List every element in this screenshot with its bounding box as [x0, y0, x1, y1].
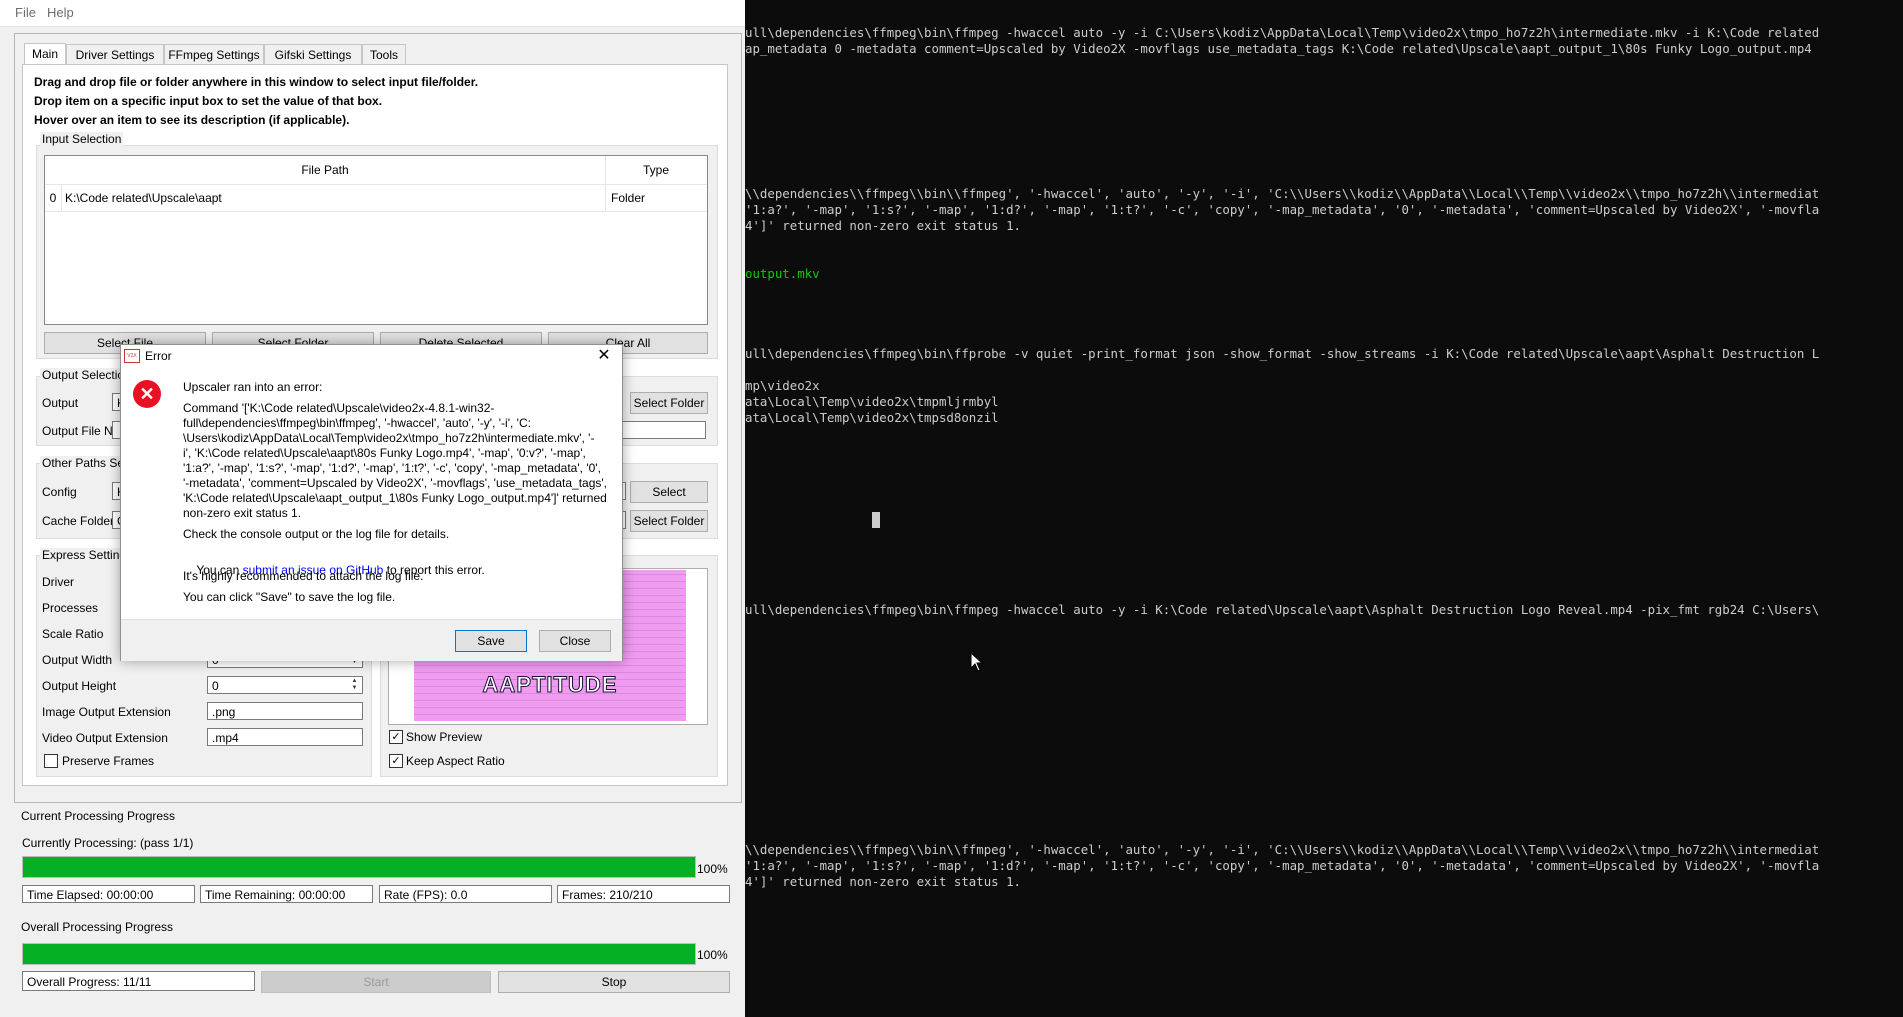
video-output-extension-input[interactable]: .mp4 — [207, 728, 363, 746]
error-heading: Upscaler ran into an error: — [183, 380, 323, 394]
output-width-label: Output Width — [42, 653, 113, 667]
rate-field: Rate (FPS): 0.0 — [379, 885, 552, 903]
input-selection-title: Input Selection — [40, 132, 124, 146]
console-line: ata\Local\Temp\video2x\tmpsd8onzil — [745, 410, 999, 425]
tab-main[interactable]: Main — [24, 43, 66, 66]
dialog-footer: Save Close — [121, 619, 622, 661]
check-console-text: Check the console output or the log file… — [183, 527, 450, 541]
console-line: \\dependencies\\ffmpeg\\bin\\ffmpeg', '-… — [745, 842, 1820, 857]
console-line: ull\dependencies\ffmpeg\bin\ffprobe -v q… — [745, 346, 1820, 361]
console-line: ull\dependencies\ffmpeg\bin\ffmpeg -hwac… — [745, 25, 1820, 40]
cache-select-folder-button[interactable]: Select Folder — [630, 510, 708, 532]
config-label: Config — [42, 485, 77, 499]
scale-ratio-label: Scale Ratio — [42, 627, 104, 641]
currently-processing-label: Currently Processing: (pass 1/1) — [22, 836, 194, 850]
output-selection-title: Output Selection — [40, 368, 133, 382]
dialog-close-icon[interactable]: ✕ — [593, 346, 615, 366]
preserve-frames-label: Preserve Frames — [62, 754, 155, 768]
dialog-title-bar: V2X Error ✕ — [121, 345, 622, 369]
console-line: output.mkv — [745, 266, 820, 281]
console-line: ata\Local\Temp\video2x\tmpmljrmbyl — [745, 394, 999, 409]
hint-drop-item: Drop item on a specific input box to set… — [34, 94, 383, 108]
start-button[interactable]: Start — [261, 971, 491, 993]
close-button[interactable]: Close — [539, 630, 611, 652]
time-elapsed-field: Time Elapsed: 00:00:00 — [22, 885, 195, 903]
table-header: File Path Type — [45, 156, 707, 185]
preview-wave — [414, 707, 686, 713]
overall-progress-bar — [22, 943, 696, 965]
row-index: 0 — [45, 185, 62, 211]
overall-progress-percent: 100% — [697, 948, 728, 962]
overall-progress-fill — [23, 944, 695, 964]
preview-wave — [414, 700, 686, 706]
overall-progress-title: Overall Processing Progress — [21, 920, 174, 934]
save-hint-text: You can click "Save" to save the log fil… — [183, 590, 396, 604]
console-line: ull\dependencies\ffmpeg\bin\ffmpeg -hwac… — [745, 602, 1820, 617]
preview-logo-text: AAPTITUDE — [482, 672, 618, 698]
console-line: ap_metadata 0 -metadata comment=Upscaled… — [745, 41, 1812, 56]
output-height-label: Output Height — [42, 679, 117, 693]
console-line: '1:a?', '-map', '1:s?', '-map', '1:d?', … — [745, 858, 1820, 873]
error-dialog: V2X Error ✕ ✕ Upscaler ran into an error… — [120, 344, 623, 661]
column-type[interactable]: Type — [606, 156, 706, 184]
driver-label: Driver — [42, 575, 74, 589]
menu-divider — [0, 26, 745, 27]
console-line: mp\video2x — [745, 378, 820, 393]
stop-button[interactable]: Stop — [498, 971, 730, 993]
keep-aspect-ratio-label: Keep Aspect Ratio — [406, 754, 505, 768]
frames-field: Frames: 210/210 — [557, 885, 730, 903]
app-icon: V2X — [124, 349, 140, 363]
config-select-button[interactable]: Select — [630, 481, 708, 503]
error-command: Command '['K:\Code related\Upscale\video… — [183, 401, 607, 520]
tab-ffmpeg-settings[interactable]: FFmpeg Settings — [164, 44, 264, 65]
current-progress-fill — [23, 857, 695, 877]
menu-file[interactable]: File — [15, 5, 36, 20]
row-type: Folder — [611, 191, 646, 205]
console-line: '1:a?', '-map', '1:s?', '-map', '1:d?', … — [745, 202, 1820, 217]
video-output-extension-label: Video Output Extension — [42, 731, 168, 745]
output-label: Output — [42, 396, 79, 410]
cache-folder-label: Cache Folder — [42, 514, 115, 528]
processes-label: Processes — [42, 601, 99, 615]
row-path: K:\Code related\Upscale\aapt — [65, 191, 222, 205]
console-cursor — [872, 512, 880, 528]
preview-wave — [414, 665, 686, 671]
output-height-value: 0 — [212, 679, 219, 693]
hint-hover: Hover over an item to see its descriptio… — [34, 113, 350, 127]
show-preview-label: Show Preview — [406, 730, 483, 744]
keep-aspect-ratio-checkbox[interactable]: ✓ — [389, 754, 403, 768]
output-select-folder-button[interactable]: Select Folder — [630, 392, 708, 414]
column-file-path[interactable]: File Path — [45, 156, 606, 184]
console-line: \\dependencies\\ffmpeg\\bin\\ffmpeg', '-… — [745, 186, 1820, 201]
spin-arrows-icon[interactable]: ▲▼ — [348, 678, 361, 692]
console-line: 4']' returned non-zero exit status 1. — [745, 218, 1022, 233]
overall-progress-field: Overall Progress: 11/11 — [22, 971, 255, 991]
console-line: 4']' returned non-zero exit status 1. — [745, 874, 1022, 889]
recommend-text: It's highly recommended to attach the lo… — [183, 569, 424, 583]
current-progress-bar — [22, 856, 696, 878]
menu-bar: File Help — [0, 0, 745, 26]
output-height-spinbox[interactable]: 0 ▲ ▼ — [207, 676, 363, 694]
image-output-extension-input[interactable]: .png — [207, 702, 363, 720]
image-output-extension-label: Image Output Extension — [42, 705, 171, 719]
tab-gifski-settings[interactable]: Gifski Settings — [264, 44, 362, 65]
dialog-title: Error — [145, 349, 172, 363]
input-table[interactable]: File Path Type 0 K:\Code related\Upscale… — [44, 155, 708, 325]
error-icon: ✕ — [133, 380, 161, 408]
current-progress-title: Current Processing Progress — [21, 809, 176, 823]
tab-tools[interactable]: Tools — [362, 44, 406, 65]
preserve-frames-checkbox[interactable] — [44, 754, 58, 768]
cell-divider — [605, 185, 606, 211]
hint-drag-drop: Drag and drop file or folder anywhere in… — [34, 75, 479, 89]
table-row[interactable]: 0 K:\Code related\Upscale\aapt Folder — [45, 185, 707, 212]
time-remaining-field: Time Remaining: 00:00:00 — [200, 885, 373, 903]
current-progress-percent: 100% — [697, 862, 728, 876]
save-button[interactable]: Save — [455, 630, 527, 652]
show-preview-checkbox[interactable]: ✓ — [389, 730, 403, 744]
menu-help[interactable]: Help — [47, 5, 74, 20]
tab-driver-settings[interactable]: Driver Settings — [66, 44, 164, 65]
preview-wave — [414, 714, 686, 720]
